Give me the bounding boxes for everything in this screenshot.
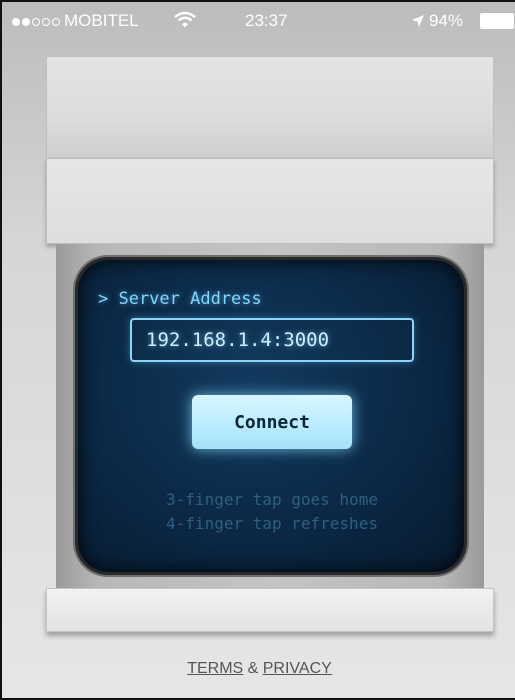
- carrier-name: MOBITEL: [64, 11, 139, 30]
- footer-separator: &: [243, 660, 263, 677]
- hint-refresh: 4-finger tap refreshes: [166, 514, 378, 533]
- battery-percentage: 94%: [429, 11, 464, 30]
- battery-icon: [480, 13, 514, 29]
- terms-link[interactable]: TERMS: [187, 660, 243, 677]
- top-panel: [46, 56, 494, 158]
- clock: 23:37: [245, 11, 288, 30]
- signal-strength-icon: [12, 2, 62, 40]
- server-address-label: > Server Address: [98, 289, 262, 309]
- wifi-icon: [174, 11, 196, 28]
- location-arrow-icon: [412, 15, 424, 27]
- privacy-link[interactable]: PRIVACY: [263, 660, 332, 677]
- app-screen: MOBITEL 23:37 94% > Server Address Conne…: [0, 0, 515, 700]
- bottom-panel: [46, 588, 494, 632]
- hint-home: 3-finger tap goes home: [166, 490, 378, 509]
- status-bar: MOBITEL 23:37 94%: [2, 2, 515, 40]
- middle-panel: [46, 158, 494, 244]
- connect-button[interactable]: Connect: [192, 395, 352, 449]
- server-address-input[interactable]: [130, 318, 414, 362]
- footer-links: TERMS & PRIVACY: [2, 660, 515, 678]
